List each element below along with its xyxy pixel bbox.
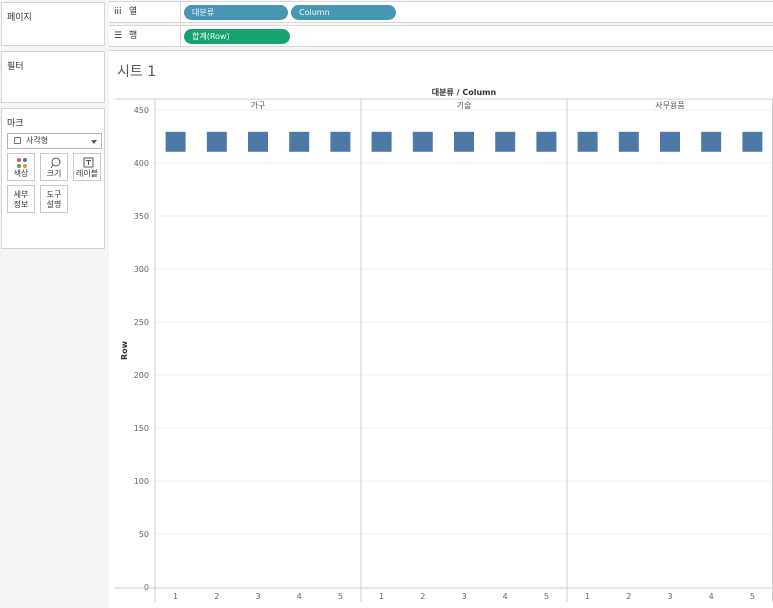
tooltip-label-line2: 설명 bbox=[46, 200, 62, 209]
panel-header-label: 사무용품 bbox=[655, 101, 684, 110]
y-axis-title: Row bbox=[120, 340, 129, 360]
square-mark[interactable] bbox=[165, 131, 186, 152]
square-mark[interactable] bbox=[412, 131, 433, 152]
chevron-down-icon bbox=[91, 140, 97, 144]
square-mark[interactable] bbox=[248, 131, 268, 152]
x-tick-label: 2 bbox=[214, 592, 219, 601]
y-tick-label: 400 bbox=[134, 159, 149, 168]
x-tick-label: 2 bbox=[626, 592, 631, 601]
mark-type-dropdown[interactable]: 사각형 bbox=[7, 133, 102, 149]
size-button[interactable]: 크기 bbox=[40, 153, 68, 181]
panel-header-label: 기술 bbox=[457, 100, 472, 110]
marks-title: 마크 bbox=[7, 119, 24, 129]
square-mark[interactable] bbox=[701, 131, 722, 152]
square-mark[interactable] bbox=[454, 131, 474, 152]
y-tick-label: 450 bbox=[134, 106, 149, 115]
marks-pane: 마크 사각형 색상 크기 레이블 세부 정보 도구 설명 bbox=[1, 108, 105, 249]
square-mark[interactable] bbox=[330, 131, 351, 152]
square-mark[interactable] bbox=[536, 131, 557, 152]
rows-shelf-label: 행 bbox=[128, 31, 138, 41]
tooltip-button[interactable]: 도구 설명 bbox=[40, 185, 68, 213]
x-tick-label: 1 bbox=[173, 592, 178, 601]
detail-label-line2: 정보 bbox=[13, 200, 29, 209]
mark-type-label: 사각형 bbox=[26, 136, 49, 145]
x-tick-label: 1 bbox=[379, 592, 384, 601]
x-tick-label: 4 bbox=[503, 592, 508, 601]
label-label: 레이블 bbox=[75, 169, 99, 178]
label-button[interactable]: 레이블 bbox=[73, 153, 101, 181]
pages-pane[interactable]: 페이지 bbox=[1, 2, 105, 46]
tooltip-label-line1: 도구 bbox=[46, 190, 62, 199]
square-mark[interactable] bbox=[577, 131, 598, 152]
column-pill-category[interactable]: 대분류 bbox=[184, 5, 288, 20]
y-tick-label: 50 bbox=[139, 530, 149, 539]
y-tick-label: 250 bbox=[134, 318, 149, 327]
rows-shelf[interactable]: ☰ 행 합계(Row) bbox=[109, 25, 773, 47]
square-mark[interactable] bbox=[206, 131, 227, 152]
panel-header-label: 가구 bbox=[251, 101, 266, 110]
pages-title: 페이지 bbox=[7, 13, 32, 23]
detail-label-line1: 세부 bbox=[13, 190, 29, 199]
y-tick-label: 300 bbox=[134, 265, 149, 274]
columns-icon: iii bbox=[114, 7, 122, 17]
tableau-worksheet: 페이지 필터 마크 사각형 색상 크기 레이블 세부 정보 도구 설명 iii … bbox=[0, 0, 773, 608]
x-tick-label: 5 bbox=[544, 592, 549, 601]
y-tick-label: 350 bbox=[134, 212, 149, 221]
x-tick-label: 1 bbox=[585, 592, 590, 601]
square-mark[interactable] bbox=[660, 131, 680, 152]
y-tick-label: 100 bbox=[134, 477, 149, 486]
x-tick-label: 3 bbox=[667, 592, 672, 601]
worksheet-view[interactable]: 시트 1 대분류 / Column05010015020025030035040… bbox=[109, 50, 773, 608]
square-mark[interactable] bbox=[371, 131, 392, 152]
columns-shelf-label-box: iii 열 bbox=[109, 2, 181, 22]
y-tick-label: 150 bbox=[134, 424, 149, 433]
x-tick-label: 5 bbox=[338, 592, 343, 601]
x-tick-label: 5 bbox=[750, 592, 755, 601]
y-tick-label: 200 bbox=[134, 371, 149, 380]
filters-title: 필터 bbox=[7, 62, 24, 72]
columns-shelf-label: 열 bbox=[128, 7, 138, 17]
x-tick-label: 4 bbox=[297, 592, 302, 601]
x-tick-label: 4 bbox=[709, 592, 714, 601]
square-mark[interactable] bbox=[289, 131, 310, 152]
color-label: 색상 bbox=[13, 169, 29, 178]
x-tick-label: 3 bbox=[255, 592, 260, 601]
detail-button[interactable]: 세부 정보 bbox=[7, 185, 35, 213]
square-icon bbox=[14, 137, 21, 144]
size-label: 크기 bbox=[46, 169, 62, 178]
x-tick-label: 3 bbox=[461, 592, 466, 601]
square-mark[interactable] bbox=[618, 131, 639, 152]
filters-pane[interactable]: 필터 bbox=[1, 51, 105, 103]
chart-svg[interactable]: 대분류 / Column050100150200250300350400450가… bbox=[109, 51, 773, 608]
color-button[interactable]: 색상 bbox=[7, 153, 35, 181]
x-tick-label: 2 bbox=[420, 592, 425, 601]
color-icon bbox=[17, 158, 27, 168]
row-pill-sum-row[interactable]: 합계(Row) bbox=[184, 29, 290, 44]
rows-shelf-label-box: ☰ 행 bbox=[109, 26, 181, 46]
column-pill-column[interactable]: Column bbox=[291, 5, 396, 20]
size-icon bbox=[50, 157, 61, 169]
rows-icon: ☰ bbox=[114, 31, 123, 41]
label-icon bbox=[83, 157, 94, 168]
column-header-title: 대분류 / Column bbox=[432, 87, 497, 97]
square-mark[interactable] bbox=[495, 131, 516, 152]
columns-shelf[interactable]: iii 열 대분류 Column bbox=[109, 1, 773, 23]
square-mark[interactable] bbox=[742, 131, 763, 152]
